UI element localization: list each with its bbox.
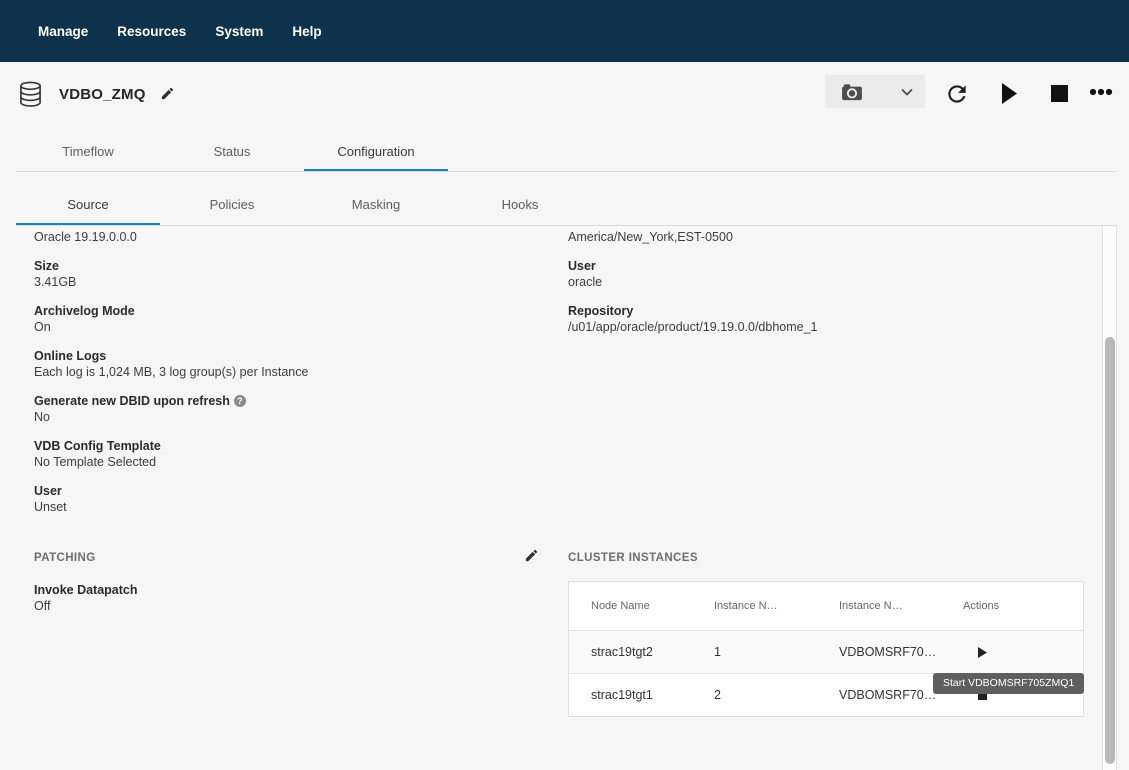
cell-node-name: strac19tgt1 bbox=[591, 688, 714, 702]
field-vdb-config-template: VDB Config Template No Template Selected bbox=[34, 438, 539, 470]
subtab-policies[interactable]: Policies bbox=[160, 197, 304, 212]
row-start-instance-play-icon[interactable] bbox=[963, 647, 1083, 658]
start-instance-tooltip: Start VDBOMSRF705ZMQ1 bbox=[933, 673, 1084, 694]
field-label: Generate new DBID upon refresh? bbox=[34, 393, 539, 409]
cell-instance-number: 2 bbox=[714, 688, 839, 702]
field-timezone: America/New_York,EST-0500 bbox=[568, 229, 1084, 245]
field-archivelog-mode: Archivelog Mode On bbox=[34, 303, 539, 335]
tab-timeflow[interactable]: Timeflow bbox=[16, 144, 160, 159]
top-nav: Manage Resources System Help bbox=[0, 0, 1129, 62]
subtab-source[interactable]: Source bbox=[16, 197, 160, 212]
col-instance-name: Instance N… bbox=[839, 600, 963, 612]
nav-help[interactable]: Help bbox=[292, 24, 321, 39]
snapshot-button-group[interactable] bbox=[825, 75, 925, 108]
subtabs-divider bbox=[16, 225, 1117, 226]
vertical-scrollbar-track[interactable] bbox=[1102, 226, 1117, 770]
stop-vdb-button[interactable] bbox=[1051, 85, 1068, 102]
field-value: America/New_York,EST-0500 bbox=[568, 229, 1084, 245]
cluster-instances-title: CLUSTER INSTANCES bbox=[568, 551, 1084, 565]
field-label: Repository bbox=[568, 303, 1084, 319]
field-label: VDB Config Template bbox=[34, 438, 539, 454]
field-value: No bbox=[34, 409, 539, 425]
field-label: Archivelog Mode bbox=[34, 303, 539, 319]
field-value: No Template Selected bbox=[34, 454, 539, 470]
field-online-logs: Online Logs Each log is 1,024 MB, 3 log … bbox=[34, 348, 539, 380]
start-vdb-button[interactable] bbox=[1001, 83, 1018, 104]
more-options-ellipsis-icon[interactable] bbox=[1089, 88, 1113, 96]
field-value: Each log is 1,024 MB, 3 log group(s) per… bbox=[34, 364, 539, 380]
col-actions: Actions bbox=[963, 600, 1083, 612]
field-value: 3.41GB bbox=[34, 274, 539, 290]
tab-status[interactable]: Status bbox=[160, 144, 304, 159]
tab-configuration[interactable]: Configuration bbox=[304, 144, 448, 159]
source-fields-left-column: Oracle 19.19.0.0.0 Size 3.41GB Archivelo… bbox=[34, 229, 539, 528]
field-user-right: User oracle bbox=[568, 258, 1084, 290]
table-header-row: Node Name Instance N… Instance N… Action… bbox=[569, 582, 1083, 631]
title-bar: VDBO_ZMQ bbox=[0, 62, 1129, 130]
field-invoke-datapatch: Invoke Datapatch Off bbox=[34, 582, 539, 614]
field-value: oracle bbox=[568, 274, 1084, 290]
table-row: strac19tgt2 1 VDBOMSRF70… bbox=[569, 631, 1083, 674]
vdb-action-toolbar bbox=[0, 62, 1129, 130]
field-user-left: User Unset bbox=[34, 483, 539, 515]
cluster-instances-table: Node Name Instance N… Instance N… Action… bbox=[568, 581, 1084, 717]
chevron-down-icon[interactable] bbox=[901, 88, 913, 96]
field-value: Oracle 19.19.0.0.0 bbox=[34, 229, 539, 245]
tabs-divider bbox=[16, 171, 1117, 172]
field-value: On bbox=[34, 319, 539, 335]
patching-section: PATCHING Invoke Datapatch Off bbox=[34, 551, 539, 627]
field-label: Online Logs bbox=[34, 348, 539, 364]
cell-instance-number: 1 bbox=[714, 645, 839, 659]
source-fields-right-column: America/New_York,EST-0500 User oracle Re… bbox=[568, 229, 1084, 348]
field-value: Off bbox=[34, 598, 539, 614]
nav-resources[interactable]: Resources bbox=[117, 24, 186, 39]
subtab-hooks[interactable]: Hooks bbox=[448, 197, 592, 212]
field-generate-dbid: Generate new DBID upon refresh? No bbox=[34, 393, 539, 425]
help-icon[interactable]: ? bbox=[234, 395, 246, 407]
col-instance-number: Instance N… bbox=[714, 600, 839, 612]
patching-edit-pencil-icon[interactable] bbox=[524, 548, 539, 568]
cell-node-name: strac19tgt2 bbox=[591, 645, 714, 659]
field-repository: Repository /u01/app/oracle/product/19.19… bbox=[568, 303, 1084, 335]
field-label-text: Generate new DBID upon refresh bbox=[34, 394, 230, 408]
field-value: Unset bbox=[34, 499, 539, 515]
refresh-button[interactable] bbox=[944, 81, 970, 107]
app-window: Manage Resources System Help VDBO_ZMQ bbox=[0, 0, 1129, 770]
field-size: Size 3.41GB bbox=[34, 258, 539, 290]
camera-icon[interactable] bbox=[841, 83, 863, 101]
subtab-masking[interactable]: Masking bbox=[304, 197, 448, 212]
nav-manage[interactable]: Manage bbox=[38, 24, 88, 39]
field-label: Size bbox=[34, 258, 539, 274]
cell-instance-name: VDBOMSRF70… bbox=[839, 645, 963, 659]
field-value: /u01/app/oracle/product/19.19.0.0/dbhome… bbox=[568, 319, 1084, 335]
field-label: User bbox=[568, 258, 1084, 274]
field-label: Invoke Datapatch bbox=[34, 582, 539, 598]
col-node-name: Node Name bbox=[591, 600, 714, 612]
vertical-scrollbar-thumb[interactable] bbox=[1105, 337, 1115, 764]
patching-section-title: PATCHING bbox=[34, 551, 539, 565]
nav-system[interactable]: System bbox=[215, 24, 263, 39]
field-db-version: Oracle 19.19.0.0.0 bbox=[34, 229, 539, 245]
field-label: User bbox=[34, 483, 539, 499]
